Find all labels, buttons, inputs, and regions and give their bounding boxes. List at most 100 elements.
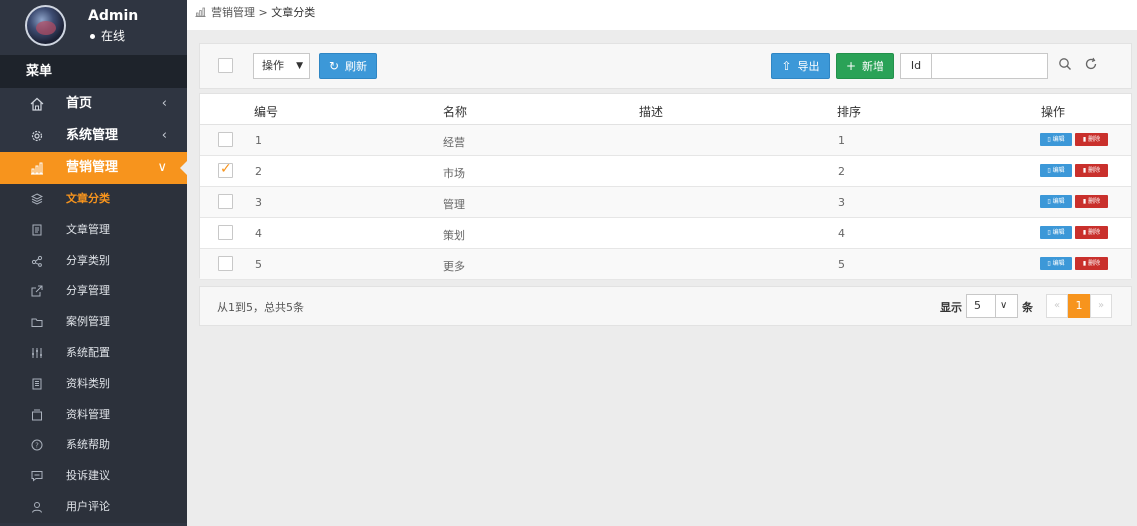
breadcrumb-current: 文章分类 <box>271 6 316 19</box>
search-icon[interactable] <box>1057 57 1073 73</box>
add-button[interactable]: + 新增 <box>836 53 894 79</box>
external-link-icon <box>31 285 43 297</box>
action-select-value: 操作 <box>262 59 284 72</box>
search-input[interactable] <box>931 53 1048 79</box>
column-header-desc[interactable]: 描述 <box>639 103 663 120</box>
menu-header: 菜单 <box>0 55 187 88</box>
sidebar-item-case-manage[interactable]: 案例管理 <box>0 307 187 338</box>
avatar[interactable] <box>25 5 66 46</box>
delete-label: 删除 <box>1088 167 1101 174</box>
sidebar-item-article-category[interactable]: 文章分类 <box>0 184 187 215</box>
export-button[interactable]: ⇧ 导出 <box>771 53 830 79</box>
cell-sort: 1 <box>838 134 845 147</box>
refresh-label: 刷新 <box>345 60 368 73</box>
online-dot-icon <box>90 34 95 39</box>
chevron-left-icon: ‹ <box>161 96 167 111</box>
select-divider <box>995 295 996 317</box>
delete-button[interactable]: ▮ 删除 <box>1075 257 1108 270</box>
column-header-id[interactable]: 编号 <box>254 103 278 120</box>
submenu: 文章分类 文章管理 分享类别 分享管理 案例管理 系统配置 资料类别 资料管理 <box>0 184 187 523</box>
prev-page-button[interactable]: « <box>1046 294 1068 318</box>
edit-label: 编辑 <box>1052 260 1065 267</box>
column-header-name[interactable]: 名称 <box>443 103 467 120</box>
table-row[interactable]: 4 策划 4 ▯ 编辑 ▮ 删除 <box>200 218 1131 249</box>
user-name: Admin <box>88 8 139 24</box>
breadcrumb-parent[interactable]: 营销管理 <box>211 6 255 19</box>
document-icon <box>32 224 42 236</box>
edit-label: 编辑 <box>1052 136 1065 143</box>
row-checkbox[interactable] <box>218 161 233 178</box>
sidebar-item-share-category[interactable]: 分享类别 <box>0 246 187 277</box>
select-all-checkbox[interactable] <box>218 58 233 73</box>
row-checkbox[interactable] <box>218 132 233 147</box>
add-label: 新增 <box>862 60 885 73</box>
table-row[interactable]: 2 市场 2 ▯ 编辑▮ 删除 <box>200 156 1131 187</box>
cell-id: 2 <box>255 165 262 178</box>
breadcrumb: 营销管理 > 文章分类 <box>187 0 1137 30</box>
sidebar-item-system-help[interactable]: ? 系统帮助 <box>0 430 187 461</box>
row-checkbox[interactable] <box>218 256 233 271</box>
sidebar-item-material-category[interactable]: 资料类别 <box>0 369 187 400</box>
column-header-sort[interactable]: 排序 <box>837 103 861 120</box>
delete-label: 删除 <box>1088 229 1101 236</box>
nav-item-home[interactable]: 首页 ‹ <box>0 88 187 120</box>
next-page-button[interactable]: » <box>1090 294 1112 318</box>
svg-text:?: ? <box>35 442 39 450</box>
delete-button[interactable]: ▮ 删除 <box>1075 164 1108 177</box>
table-row[interactable]: 1 经营 1 ▯ 编辑 ▮ 删除 <box>200 125 1131 156</box>
page-size-select[interactable]: 5 ∨ <box>966 294 1018 318</box>
nav-item-system[interactable]: 系统管理 ‹ <box>0 120 187 152</box>
search-field-label: Id <box>900 53 932 79</box>
gear-icon <box>31 130 43 142</box>
edit-button[interactable]: ▯ 编辑 <box>1040 226 1072 239</box>
delete-button[interactable]: ▮ 删除 <box>1075 133 1108 146</box>
reset-icon[interactable] <box>1083 57 1099 73</box>
action-select[interactable]: 操作 ▼ <box>253 53 310 79</box>
sidebar-item-label: 案例管理 <box>66 315 110 329</box>
breadcrumb-separator: > <box>258 6 268 19</box>
chevron-down-icon: ∨ <box>157 160 167 175</box>
cell-sort: 5 <box>838 258 845 271</box>
delete-label: 删除 <box>1088 260 1101 267</box>
delete-button[interactable]: ▮ 删除 <box>1075 195 1108 208</box>
table-row[interactable]: 3 管理 3 ▯ 编辑 ▮ 删除 <box>200 187 1131 218</box>
sidebar-item-share-manage[interactable]: 分享管理 <box>0 276 187 307</box>
edit-button[interactable]: ▯ 编辑 <box>1040 164 1072 177</box>
comment-icon <box>31 471 43 482</box>
delete-label: 删除 <box>1088 198 1101 205</box>
refresh-button[interactable]: ↻ 刷新 <box>319 53 377 79</box>
sidebar-item-label: 投诉建议 <box>66 469 110 483</box>
sidebar-item-complaints[interactable]: 投诉建议 <box>0 461 187 492</box>
cell-name: 更多 <box>443 260 465 273</box>
edit-label: 编辑 <box>1052 167 1065 174</box>
delete-button[interactable]: ▮ 删除 <box>1075 226 1108 239</box>
chevron-down-icon: ∨ <box>1000 300 1008 311</box>
page-size-label: 显示 <box>940 301 962 314</box>
bar-chart-icon <box>31 162 43 175</box>
page-button-current[interactable]: 1 <box>1068 294 1090 318</box>
sidebar-item-article-manage[interactable]: 文章管理 <box>0 215 187 246</box>
sidebar-item-label: 分享类别 <box>66 253 110 267</box>
cell-name: 策划 <box>443 229 465 242</box>
page-info: 从1到5，总共5条 <box>217 301 304 314</box>
cell-name: 管理 <box>443 198 465 211</box>
edit-button[interactable]: ▯ 编辑 <box>1040 257 1072 270</box>
sidebar-item-system-config[interactable]: 系统配置 <box>0 338 187 369</box>
row-checkbox[interactable] <box>218 225 233 240</box>
nav-item-marketing[interactable]: 营销管理 ∨ <box>0 152 187 184</box>
sidebar-item-material-manage[interactable]: 资料管理 <box>0 400 187 431</box>
sidebar-item-label: 资料类别 <box>66 376 110 390</box>
cell-sort: 4 <box>838 227 845 240</box>
edit-button[interactable]: ▯ 编辑 <box>1040 195 1072 208</box>
page-size-value: 5 <box>974 299 981 312</box>
cell-id: 5 <box>255 258 262 271</box>
table-row[interactable]: 5 更多 5 ▯ 编辑 ▮ 删除 <box>200 249 1131 280</box>
cell-name: 经营 <box>443 136 465 149</box>
sidebar-item-user-comments[interactable]: 用户评论 <box>0 492 187 523</box>
row-checkbox[interactable] <box>218 194 233 209</box>
list-doc-icon <box>32 378 42 390</box>
plus-icon: + <box>845 59 857 73</box>
table-header: 编号 名称 描述 排序 操作 <box>200 94 1131 125</box>
edit-button[interactable]: ▯ 编辑 <box>1040 133 1072 146</box>
delete-label: 删除 <box>1088 136 1101 143</box>
